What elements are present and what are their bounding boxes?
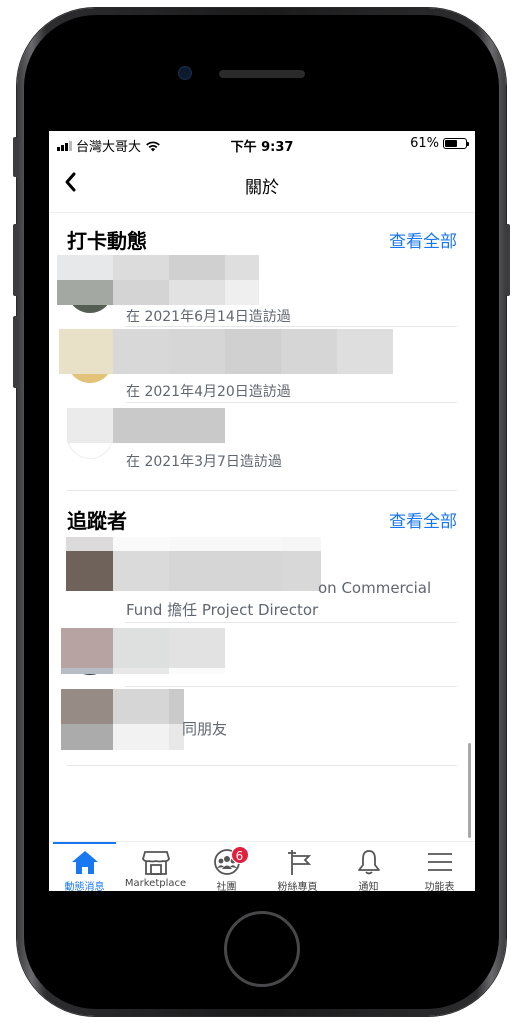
- tab-label: 通知: [358, 882, 379, 891]
- redacted-name-block: [59, 329, 393, 374]
- tab-pages[interactable]: 粉絲專頁: [262, 842, 333, 891]
- volume-down-button: [13, 316, 18, 388]
- navigation-bar: 關於: [49, 157, 475, 213]
- front-camera: [178, 66, 192, 80]
- checkin-item[interactable]: 在 2021年6月14日造訪過: [49, 253, 475, 327]
- home-button[interactable]: [224, 911, 300, 987]
- earpiece-speaker: [219, 70, 305, 78]
- tab-label: 動態消息: [64, 882, 105, 891]
- checkin-item[interactable]: 在 2021年4月20日造訪過: [49, 327, 475, 403]
- page-title: 關於: [245, 178, 279, 198]
- tab-groups[interactable]: 6 社團: [191, 842, 262, 891]
- tab-label: Marketplace: [124, 878, 187, 889]
- section-divider: [67, 765, 457, 766]
- checkin-item[interactable]: 在 2021年3月7日造訪過: [49, 403, 475, 493]
- redacted-name-block: [61, 628, 225, 674]
- tab-label: 粉絲專頁: [277, 882, 318, 891]
- status-bar: 台灣大哥大 下午 9:37 61%: [49, 131, 475, 157]
- follower-description: on Commercial: [318, 579, 432, 597]
- section-divider: [67, 490, 457, 491]
- scrollbar[interactable]: [468, 743, 471, 838]
- storefront-icon: [141, 851, 170, 875]
- followers-title: 追蹤者: [67, 509, 127, 533]
- checkin-date: 在 2021年6月14日造訪過: [126, 309, 291, 325]
- checkins-title: 打卡動態: [67, 229, 147, 253]
- tab-menu[interactable]: 功能表: [404, 842, 475, 891]
- notification-badge: 6: [230, 846, 249, 864]
- menu-icon: [427, 853, 452, 871]
- tab-label: 社團: [216, 882, 237, 891]
- tab-label: 功能表: [424, 882, 455, 891]
- follower-item[interactable]: on Commercial Fund 擔任 Project Director: [49, 533, 475, 623]
- redacted-name-block: [57, 255, 259, 305]
- followers-see-all-link[interactable]: 查看全部: [389, 507, 457, 532]
- active-tab-indicator: [53, 842, 116, 844]
- redacted-name-block: [61, 689, 184, 750]
- checkins-see-all-link[interactable]: 查看全部: [389, 227, 457, 252]
- tab-notifications[interactable]: 通知: [333, 842, 404, 891]
- follower-item[interactable]: [49, 623, 475, 687]
- follower-item[interactable]: 同朋友: [49, 687, 475, 767]
- checkins-header: 打卡動態 查看全部: [49, 213, 475, 253]
- battery-level: [445, 140, 458, 147]
- tab-news-feed[interactable]: 動態消息: [49, 842, 120, 891]
- follower-description-line2: Fund 擔任 Project Director: [126, 601, 319, 619]
- volume-up-button: [13, 224, 18, 296]
- tab-marketplace[interactable]: Marketplace: [120, 842, 191, 891]
- battery-percent: 61%: [410, 136, 439, 151]
- bottom-tab-bar: 動態消息 Marketplace 6 社團 粉絲專頁 通知 功能表: [49, 841, 475, 891]
- bell-icon: [357, 850, 380, 875]
- follower-description: 同朋友: [182, 720, 228, 738]
- about-content: 打卡動態 查看全部 在 2021年6月14日造訪過 在 2021年4月20日造訪…: [49, 213, 475, 841]
- checkin-date: 在 2021年4月20日造訪過: [126, 384, 291, 400]
- battery-icon: [443, 138, 469, 149]
- home-icon: [71, 851, 98, 874]
- checkin-date: 在 2021年3月7日造訪過: [126, 454, 282, 470]
- screen: 台灣大哥大 下午 9:37 61% 關於 打卡動態 查看全部 在 2021年6月…: [49, 131, 475, 891]
- flag-icon: [287, 850, 311, 875]
- power-button: [505, 224, 510, 296]
- mute-switch: [13, 137, 18, 177]
- redacted-name-block: [67, 408, 225, 443]
- followers-header: 追蹤者 查看全部: [49, 493, 475, 533]
- redacted-name-block: [66, 537, 321, 591]
